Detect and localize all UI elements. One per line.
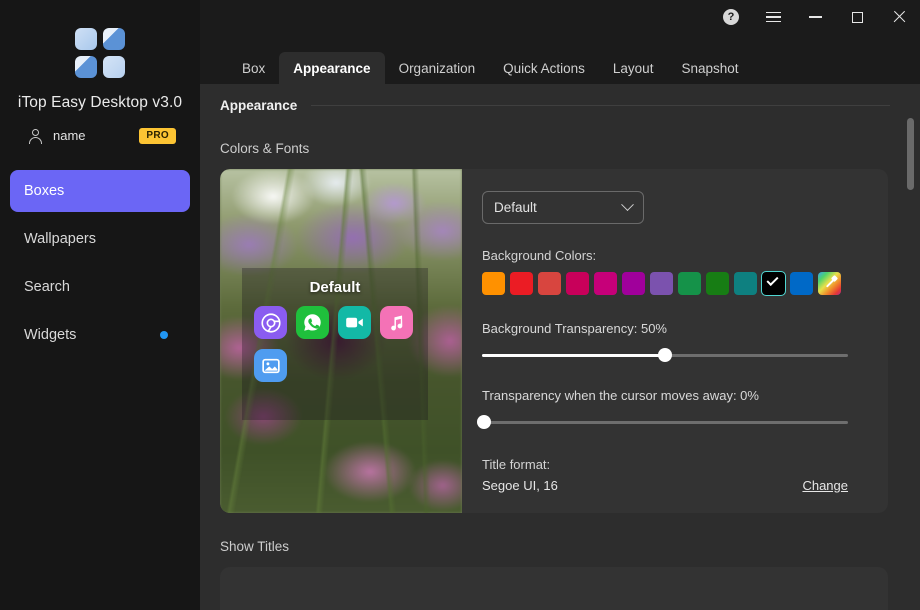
eyedropper-icon bbox=[824, 277, 836, 289]
preset-dropdown-value: Default bbox=[494, 200, 537, 215]
whatsapp-icon bbox=[296, 306, 329, 339]
background-transparency-label: Background Transparency: 50% bbox=[482, 321, 667, 336]
color-swatch-red[interactable] bbox=[510, 272, 533, 295]
menu-button[interactable] bbox=[752, 0, 794, 34]
color-swatch-orange[interactable] bbox=[482, 272, 505, 295]
hamburger-menu-icon bbox=[765, 9, 781, 26]
colors-fonts-heading: Colors & Fonts bbox=[220, 141, 310, 156]
divider bbox=[311, 105, 890, 106]
color-picker-swatch[interactable] bbox=[818, 272, 841, 295]
main-area: ? Box Appearance Organization Quick Acti… bbox=[200, 0, 920, 610]
preview-box-title: Default bbox=[309, 279, 361, 296]
colors-fonts-card: Default Default Background Colors: Backg… bbox=[220, 169, 888, 513]
photo-icon bbox=[254, 349, 287, 382]
background-colors-label: Background Colors: bbox=[482, 248, 597, 263]
slider-track bbox=[482, 421, 848, 424]
help-button[interactable]: ? bbox=[710, 0, 752, 34]
tab-layout[interactable]: Layout bbox=[599, 52, 668, 84]
change-font-link[interactable]: Change bbox=[802, 478, 848, 493]
minimize-button[interactable] bbox=[794, 0, 836, 34]
chevron-down-icon bbox=[621, 198, 634, 212]
four-squares-logo-icon bbox=[75, 28, 125, 78]
person-icon bbox=[28, 128, 43, 145]
title-format-label: Title format: bbox=[482, 457, 551, 472]
maximize-button[interactable] bbox=[836, 0, 878, 34]
preview-icon-grid bbox=[242, 296, 428, 382]
title-bar: ? bbox=[200, 0, 920, 34]
help-icon: ? bbox=[723, 9, 739, 25]
slider-thumb[interactable] bbox=[658, 348, 672, 362]
box-preview[interactable]: Default bbox=[220, 169, 462, 513]
page-title: Appearance bbox=[220, 98, 298, 113]
sidebar: iTop Easy Desktop v3.0 name PRO Boxes Wa… bbox=[0, 0, 200, 610]
sidebar-item-label: Search bbox=[24, 278, 70, 295]
chrome-icon bbox=[254, 306, 287, 339]
sidebar-item-label: Boxes bbox=[24, 182, 65, 199]
section-header: Appearance bbox=[220, 98, 920, 113]
background-color-swatches bbox=[482, 271, 848, 296]
pro-badge[interactable]: PRO bbox=[139, 128, 176, 144]
color-swatch-blue[interactable] bbox=[790, 272, 813, 295]
maximize-icon bbox=[851, 11, 863, 23]
tab-organization[interactable]: Organization bbox=[385, 52, 490, 84]
background-transparency-slider[interactable] bbox=[482, 348, 848, 362]
show-titles-card bbox=[220, 567, 888, 610]
tab-quick-actions[interactable]: Quick Actions bbox=[489, 52, 599, 84]
minimize-icon bbox=[808, 16, 822, 18]
slider-thumb[interactable] bbox=[477, 415, 492, 429]
show-titles-heading: Show Titles bbox=[220, 539, 290, 554]
check-icon bbox=[766, 273, 779, 287]
close-button[interactable] bbox=[878, 0, 920, 34]
user-name: name bbox=[53, 128, 86, 144]
sidebar-item-wallpapers[interactable]: Wallpapers bbox=[10, 218, 190, 260]
close-icon bbox=[892, 10, 906, 24]
app-title: iTop Easy Desktop v3.0 bbox=[17, 94, 183, 111]
cursor-away-transparency-label: Transparency when the cursor moves away:… bbox=[482, 388, 759, 403]
title-format-value: Segoe UI, 16 bbox=[482, 478, 558, 493]
title-format-group: Title format: Segoe UI, 16 Change bbox=[482, 457, 848, 493]
tab-bar: Box Appearance Organization Quick Action… bbox=[200, 34, 920, 84]
color-swatch-magenta[interactable] bbox=[594, 272, 617, 295]
slider-fill bbox=[482, 354, 665, 357]
color-swatch-black-selected[interactable] bbox=[761, 271, 786, 296]
video-camera-icon bbox=[338, 306, 371, 339]
logo-wrap bbox=[0, 28, 200, 78]
preset-dropdown[interactable]: Default bbox=[482, 191, 644, 224]
color-swatch-purple[interactable] bbox=[622, 272, 645, 295]
sidebar-item-boxes[interactable]: Boxes bbox=[10, 169, 190, 212]
tab-appearance[interactable]: Appearance bbox=[279, 52, 385, 84]
user-row[interactable]: name PRO bbox=[0, 128, 200, 145]
app-window: iTop Easy Desktop v3.0 name PRO Boxes Wa… bbox=[0, 0, 920, 610]
sidebar-item-widgets[interactable]: Widgets bbox=[10, 314, 190, 356]
sidebar-nav: Boxes Wallpapers Search Widgets bbox=[0, 169, 200, 356]
color-swatch-dark-green[interactable] bbox=[706, 272, 729, 295]
color-swatch-salmon[interactable] bbox=[538, 272, 561, 295]
scrollbar-thumb[interactable] bbox=[907, 118, 914, 190]
color-swatch-violet[interactable] bbox=[650, 272, 673, 295]
tab-box[interactable]: Box bbox=[228, 52, 279, 84]
preview-box-panel: Default bbox=[242, 268, 428, 420]
music-note-icon bbox=[380, 306, 413, 339]
sidebar-item-label: Wallpapers bbox=[24, 230, 96, 247]
vertical-scrollbar[interactable] bbox=[907, 84, 914, 610]
color-swatch-crimson[interactable] bbox=[566, 272, 589, 295]
appearance-controls: Default Background Colors: Background Tr… bbox=[462, 169, 888, 513]
notification-dot-icon bbox=[160, 330, 168, 339]
color-swatch-green[interactable] bbox=[678, 272, 701, 295]
sidebar-item-label: Widgets bbox=[24, 326, 77, 343]
cursor-away-transparency-slider[interactable] bbox=[477, 415, 848, 429]
color-swatch-teal[interactable] bbox=[734, 272, 757, 295]
sidebar-item-search[interactable]: Search bbox=[10, 266, 190, 308]
tab-snapshot[interactable]: Snapshot bbox=[667, 52, 752, 84]
content-pane: Appearance Colors & Fonts Default Defaul… bbox=[200, 84, 920, 610]
